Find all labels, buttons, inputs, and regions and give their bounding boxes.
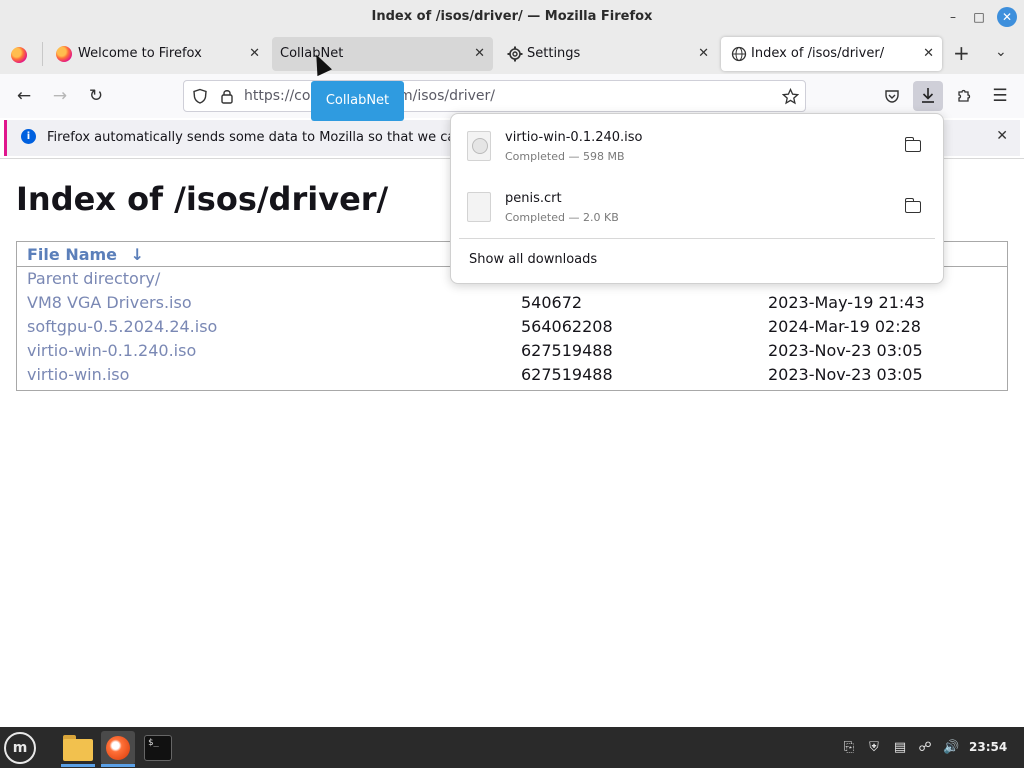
pocket-icon[interactable] [884,88,900,104]
sort-arrow-icon[interactable]: ↓ [131,245,144,264]
file-name-column-header[interactable]: File Name ↓ [27,245,144,264]
menu-icon[interactable]: ☰ [986,82,1014,110]
file-link[interactable]: softgpu-0.5.2024.24.iso [27,317,217,336]
table-row: softgpu-0.5.2024.24.iso 564062208 2024-M… [17,317,1007,341]
folder-icon[interactable] [904,198,921,213]
file-size: 627519488 [521,365,613,384]
table-row: VM8 VGA Drivers.iso 540672 2023-May-19 2… [17,293,1007,317]
extensions-icon[interactable] [956,87,973,104]
tab-tooltip: CollabNet [311,81,404,121]
window-title: Index of /isos/driver/ — Mozilla Firefox [371,9,653,24]
clock[interactable]: 23:54 [969,740,1007,754]
tab-label: Settings [527,46,581,61]
new-tab-icon[interactable]: + [953,42,970,64]
tab-label: Welcome to Firefox [78,46,202,61]
close-window-icon[interactable]: ✕ [997,7,1017,27]
url-bar[interactable]: https://co m/isos/driver/ [183,80,806,112]
file-date: 2024-Mar-19 02:28 [768,317,921,336]
file-date: 2023-May-19 21:43 [768,293,925,312]
terminal-prompt-icon: $_ [144,735,172,761]
file-size: 564062208 [521,317,613,336]
mint-menu-icon[interactable]: m [4,732,36,764]
close-icon[interactable]: ✕ [923,46,934,61]
reload-icon[interactable]: ↻ [82,82,110,110]
file-link[interactable]: virtio-win-0.1.240.iso [27,341,196,360]
tab-welcome[interactable]: Welcome to Firefox ✕ [46,37,268,71]
volume-icon[interactable]: 🔊 [943,740,959,756]
file-icon [467,192,491,222]
file-date: 2023-Nov-23 03:05 [768,341,923,360]
url-text-end[interactable]: m/isos/driver/ [399,88,495,104]
folder-body-shape [63,739,93,761]
close-icon[interactable]: ✕ [996,128,1008,144]
file-link[interactable]: VM8 VGA Drivers.iso [27,293,192,312]
maximize-icon[interactable]: □ [970,8,988,26]
star-icon[interactable] [782,88,799,105]
download-status: Completed — 2.0 KB [505,211,619,224]
file-link[interactable]: virtio-win.iso [27,365,129,384]
shield-icon[interactable] [192,88,208,104]
chevron-down-icon[interactable]: ⌄ [995,44,1007,60]
tab-label: Index of /isos/driver/ [751,46,885,61]
minimize-icon[interactable]: – [944,8,962,26]
lock-icon[interactable] [220,88,234,104]
download-item[interactable]: penis.crt Completed — 2.0 KB [459,182,935,238]
table-row: virtio-win-0.1.240.iso 627519488 2023-No… [17,341,1007,365]
tab-settings[interactable]: Settings ✕ [497,37,717,71]
download-file-name: virtio-win-0.1.240.iso [505,130,643,145]
globe-icon [731,46,747,62]
taskbar: m $_ ⎘ ⛨ ▤ ☍ 🔊 23:54 [0,727,1024,768]
download-file-name: penis.crt [505,191,562,206]
title-bar: Index of /isos/driver/ — Mozilla Firefox… [0,0,1024,34]
download-item[interactable]: virtio-win-0.1.240.iso Completed — 598 M… [459,121,935,177]
firefox-taskbar-icon[interactable] [101,731,135,765]
active-indicator [61,764,95,767]
close-icon[interactable]: ✕ [249,46,260,61]
gear-icon [507,46,523,62]
info-icon: i [21,129,36,144]
file-date: 2023-Nov-23 03:05 [768,365,923,384]
divider [459,238,935,239]
download-status: Completed — 598 MB [505,150,625,163]
folder-icon[interactable] [904,137,921,152]
page-title: Index of /isos/driver/ [16,180,389,218]
close-icon[interactable]: ✕ [474,46,485,61]
close-icon[interactable]: ✕ [698,46,709,61]
download-icon [922,88,934,103]
notification-text: Firefox automatically sends some data to… [47,130,493,145]
table-row: virtio-win.iso 627519488 2023-Nov-23 03:… [17,365,1007,389]
url-text-start[interactable]: https://co [244,88,310,104]
downloads-panel: virtio-win-0.1.240.iso Completed — 598 M… [450,113,944,284]
terminal-icon[interactable]: $_ [141,731,175,765]
shield-tray-icon[interactable]: ⛨ [866,740,882,756]
firefox-icon [56,46,72,62]
network-icon[interactable]: ☍ [917,740,933,756]
back-icon[interactable]: ← [10,82,38,110]
tab-collabnet[interactable]: CollabNet ✕ [272,37,493,71]
navigation-bar: ← → ↻ https://co m/isos/driver/ ☰ [0,74,1024,118]
column-header-label[interactable]: File Name [27,245,117,264]
clipboard-icon[interactable]: ⎘ [841,740,857,756]
firefox-icon[interactable] [11,47,27,63]
parent-directory-link[interactable]: Parent directory/ [27,269,160,288]
folder-icon[interactable] [61,731,95,765]
downloads-button[interactable] [913,81,943,111]
tab-strip: Welcome to Firefox ✕ CollabNet ✕ Setting… [0,34,1024,74]
disc-file-icon [467,131,491,161]
file-size: 540672 [521,293,583,312]
document-icon[interactable]: ▤ [892,740,908,756]
tab-index-isos-driver[interactable]: Index of /isos/driver/ ✕ [721,37,942,71]
active-indicator [101,764,135,767]
tab-separator [42,42,43,66]
file-size: 627519488 [521,341,613,360]
firefox-icon [106,736,130,760]
show-all-downloads-button[interactable]: Show all downloads [469,252,597,267]
forward-icon[interactable]: → [46,82,74,110]
